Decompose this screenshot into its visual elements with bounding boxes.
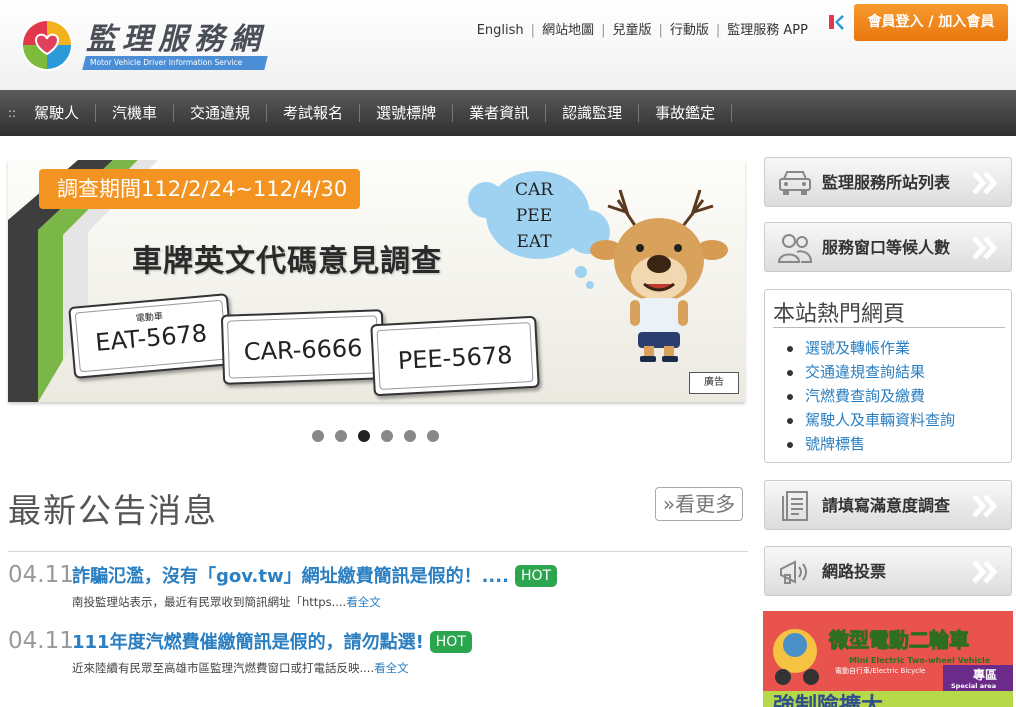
news-headline-text: 111年度汽燃費催繳簡訊是假的，請勿點選! [72, 632, 424, 653]
read-more-link[interactable]: 看全文 [346, 595, 381, 609]
popular-pages-title: 本站熱門網頁 [773, 302, 906, 327]
nav-item-exam[interactable]: 考試報名 [267, 104, 361, 122]
link-english[interactable]: English [477, 23, 524, 38]
popular-page-link[interactable]: 駕駛人及車輛資料查詢 [787, 408, 955, 432]
popular-pages-panel: 本站熱門網頁 選號及轉帳作業 交通違規查詢結果 汽燃費查詢及繳費 駕駛人及車輛資… [764, 289, 1012, 463]
logo-title: 監理服務網 [86, 22, 266, 57]
car-icon [779, 171, 811, 195]
main-nav: :: 駕駛人 汽機車 交通違規 考試報名 選號標牌 業者資訊 認識監理 事故鑑定 [0, 90, 1016, 136]
link-mobile[interactable]: 行動版 [670, 23, 709, 38]
license-plate: CAR-6666 [220, 309, 386, 385]
popular-page-link[interactable]: 汽燃費查詢及繳費 [787, 384, 955, 408]
carousel-dot[interactable] [312, 430, 324, 442]
nav-dots-icon: :: [8, 106, 17, 120]
side-button-label: 服務窗口等候人數 [822, 238, 951, 257]
banner-title: 車牌英文代碼意見調查 [132, 244, 442, 279]
side-button-label: 監理服務所站列表 [822, 173, 951, 192]
thought-cloud-text: CAR PEE EAT [504, 177, 564, 255]
carousel-dot-active[interactable] [358, 430, 370, 442]
nav-item-violation[interactable]: 交通違規 [174, 104, 268, 122]
popular-page-link[interactable]: 選號及轉帳作業 [787, 336, 955, 360]
promo-artwork: 微型電動二輪車 Mini Electric Two-wheel Vehicle … [763, 611, 1013, 707]
people-icon [777, 234, 813, 263]
cloud-word: CAR [514, 180, 554, 200]
service-stations-button[interactable]: 監理服務所站列表 [764, 157, 1012, 207]
nav-item-business[interactable]: 業者資訊 [453, 104, 547, 122]
link-app[interactable]: 監理服務 APP [727, 23, 808, 38]
news-headline-text: 詐騙氾濫，沒有「gov.tw」網址繳費簡訊是假的！.... [72, 566, 509, 587]
promo-zone: 專區 [973, 667, 997, 682]
popular-page-link[interactable]: 交通違規查詢結果 [787, 360, 955, 384]
separator: | [601, 23, 606, 38]
cloud-word: EAT [516, 232, 552, 252]
nav-item-about[interactable]: 認識監理 [546, 104, 640, 122]
header: 監理服務網 Motor Vehicle Driver Information S… [0, 0, 1016, 90]
logo-subtitle-text: Motor Vehicle Driver Information Service [90, 58, 243, 67]
top-links: English | 網站地圖 | 兒童版 | 行動版 | 監理服務 APP [477, 19, 808, 38]
double-chevron-right-icon [972, 494, 998, 518]
online-vote-button[interactable]: 網路投票 [764, 546, 1012, 596]
separator: | [658, 23, 663, 38]
hot-badge: HOT [514, 565, 558, 587]
side-button-label: 網路投票 [822, 562, 887, 581]
logo-emblem-icon [21, 19, 73, 71]
separator: | [530, 23, 536, 38]
logo-subtitle: Motor Vehicle Driver Information Service [82, 56, 268, 70]
popular-pages-list: 選號及轉帳作業 交通違規查詢結果 汽燃費查詢及繳費 駕駛人及車輛資料查詢 號牌標… [787, 336, 955, 456]
popular-page-link[interactable]: 號牌標售 [787, 432, 955, 456]
license-plate: 電動車 EAT-5678 [68, 293, 234, 379]
carousel-dot[interactable] [404, 430, 416, 442]
carousel-dot[interactable] [381, 430, 393, 442]
satisfaction-survey-button[interactable]: 請填寫滿意度調查 [764, 480, 1012, 530]
news-headline-link[interactable]: 111年度汽燃費催繳簡訊是假的，請勿點選! HOT [72, 628, 472, 654]
separator: | [715, 23, 721, 38]
promo-title: 微型電動二輪車 [828, 628, 969, 652]
nav-items: 駕駛人 汽機車 交通違規 考試報名 選號標牌 業者資訊 認識監理 事故鑑定 [18, 90, 733, 136]
side-button-label: 請填寫滿意度調查 [822, 496, 951, 515]
document-icon [782, 491, 808, 521]
promo-zone-english: Special area [951, 682, 996, 690]
carousel-dots [312, 430, 439, 442]
read-more-link[interactable]: 看全文 [374, 661, 409, 675]
divider [8, 551, 748, 552]
double-chevron-right-icon [972, 560, 998, 584]
promo-bottom-text: 強制險擴大 [773, 693, 883, 707]
news-summary: 南投監理站表示，最近有民眾收到簡訊網址「https....看全文 [72, 594, 381, 610]
e-scooter-promo-banner[interactable]: 微型電動二輪車 Mini Electric Two-wheel Vehicle … [763, 611, 1013, 707]
banner-carousel[interactable]: 調查期間112/2/24~112/4/30 車牌英文代碼意見調查 電動車 EAT… [8, 160, 745, 402]
link-kids[interactable]: 兒童版 [612, 23, 651, 38]
carousel-dot[interactable] [335, 430, 347, 442]
divider [773, 327, 1005, 328]
survey-period-label: 調查期間112/2/24~112/4/30 [39, 169, 360, 209]
site-logo[interactable]: 監理服務網 Motor Vehicle Driver Information S… [20, 14, 270, 76]
login-register-button[interactable]: 會員登入 / 加入會員 [854, 4, 1008, 41]
news-date: 04.11 [8, 628, 74, 654]
carousel-dot[interactable] [427, 430, 439, 442]
news-date: 04.11 [8, 562, 74, 588]
promo-subtitle: 電動自行車/Electric Bicycle [835, 666, 925, 675]
news-summary: 近來陸續有民眾至高雄市區監理汽燃費窗口或打電話反映....看全文 [72, 660, 409, 676]
news-headline-link[interactable]: 詐騙氾濫，沒有「gov.tw」網址繳費簡訊是假的！.... HOT [72, 562, 558, 588]
nav-item-plate[interactable]: 選號標牌 [360, 104, 454, 122]
waiting-count-button[interactable]: 服務窗口等候人數 [764, 222, 1012, 272]
license-plate: PEE-5678 [370, 315, 540, 397]
plate-number: CAR-6666 [243, 333, 363, 367]
see-more-button[interactable]: »看更多 [655, 487, 743, 521]
promo-english: Mini Electric Two-wheel Vehicle [849, 656, 991, 665]
double-chevron-right-icon [972, 171, 998, 195]
news-summary-text: 南投監理站表示，最近有民眾收到簡訊網址「https.... [72, 595, 347, 609]
ad-label: 廣告 [689, 372, 739, 394]
cloud-word: PEE [515, 206, 553, 226]
double-chevron-right-icon [972, 236, 998, 260]
link-sitemap[interactable]: 網站地圖 [542, 23, 594, 38]
megaphone-icon [780, 560, 807, 584]
news-section-title: 最新公告消息 [8, 491, 218, 530]
hot-badge: HOT [429, 631, 472, 653]
nav-item-driver[interactable]: 駕駛人 [18, 104, 97, 122]
nav-item-vehicle[interactable]: 汽機車 [96, 104, 175, 122]
news-summary-text: 近來陸續有民眾至高雄市區監理汽燃費窗口或打電話反映.... [72, 661, 375, 675]
kiosk-app-icon[interactable] [827, 13, 845, 31]
nav-item-accident[interactable]: 事故鑑定 [639, 104, 733, 122]
